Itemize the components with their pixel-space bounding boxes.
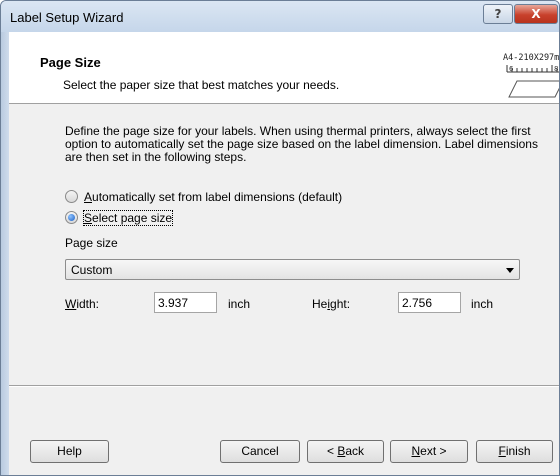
back-button[interactable]: < Back	[307, 440, 384, 463]
auto-size-radio[interactable]: Automatically set from label dimensions …	[65, 189, 342, 204]
page-size-dropdown[interactable]: Custom	[65, 259, 520, 280]
width-label: Width:	[65, 297, 100, 311]
close-icon: X	[531, 7, 541, 21]
page-size-selected-value: Custom	[71, 263, 113, 277]
help-title-button[interactable]: ?	[483, 4, 513, 24]
chevron-down-icon[interactable]	[506, 268, 514, 273]
width-unit: inch	[228, 297, 251, 311]
page-size-description: Define the page size for your labels. Wh…	[65, 124, 538, 164]
window-title: Label Setup Wizard	[10, 10, 124, 25]
select-page-size-radio-label: Select page size	[82, 209, 174, 226]
svg-text:8: 8	[554, 65, 558, 73]
window-frame-left	[1, 32, 9, 475]
wizard-client-area: Page Size Select the paper size that bes…	[9, 32, 559, 475]
radio-button-checked-icon[interactable]	[65, 211, 78, 224]
width-input[interactable]	[154, 292, 217, 313]
svg-text:6: 6	[509, 65, 514, 73]
question-icon: ?	[494, 7, 502, 21]
page-title: Page Size	[40, 55, 101, 70]
next-button[interactable]: Next >	[390, 440, 468, 463]
help-button[interactable]: Help	[30, 440, 109, 463]
height-input[interactable]	[398, 292, 461, 313]
cancel-button[interactable]: Cancel	[220, 440, 300, 463]
wizard-header: Page Size Select the paper size that bes…	[9, 32, 559, 104]
title-bar[interactable]: Label Setup Wizard ? X	[1, 1, 559, 32]
label-setup-wizard-window: Label Setup Wizard ? X Page Size Select …	[0, 0, 560, 476]
page-size-ruler-icon: A4-210X297m 6 8	[503, 53, 559, 101]
finish-button[interactable]: Finish	[476, 440, 553, 463]
close-button[interactable]: X	[514, 4, 558, 24]
height-label: Height:	[312, 297, 351, 311]
button-area-separator	[9, 385, 559, 387]
auto-size-radio-label: Automatically set from label dimensions …	[84, 189, 343, 204]
select-page-size-radio[interactable]: Select page size	[65, 209, 174, 226]
page-size-label: Page size	[65, 236, 118, 250]
page-subtitle: Select the paper size that best matches …	[63, 78, 340, 92]
height-unit: inch	[471, 297, 494, 311]
radio-button-unchecked-icon[interactable]	[65, 190, 78, 203]
